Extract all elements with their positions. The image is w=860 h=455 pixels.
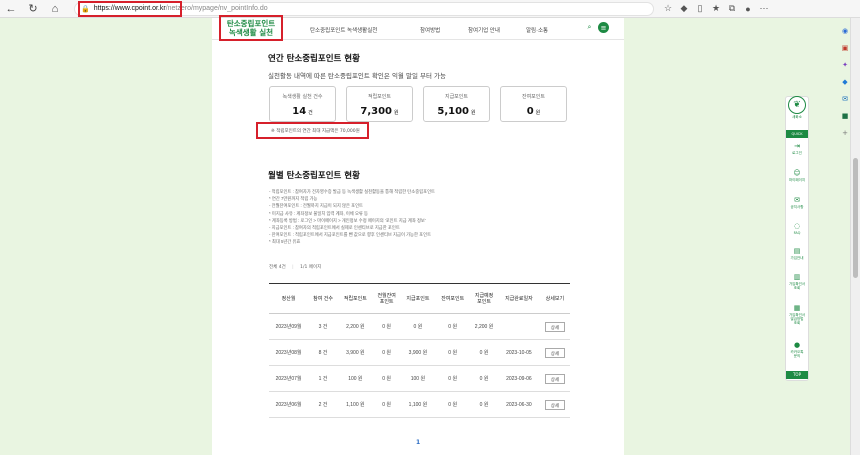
col-paid: 지급포인트	[406, 295, 430, 302]
col-count: 참여 건수	[313, 295, 333, 302]
extension-icon[interactable]: ◆	[676, 0, 692, 18]
card-practice-count: 녹색생활 실천 건수 14 건	[269, 86, 336, 122]
detail-button[interactable]: 상세	[544, 373, 565, 384]
table-row: 2023년09월 3 건 2,200 원0 원0 원0 원 2,200 원 상세	[269, 314, 570, 340]
card-paid-points: 지급포인트 5,100 원	[423, 86, 490, 122]
definitions-list: - 적립포인트 : 참여자가 전자영수증 발급 등 녹색생활 실천활동을 통해 …	[269, 189, 435, 245]
add-icon[interactable]: +	[842, 129, 848, 137]
nav-item-notice[interactable]: 알림·소통	[526, 26, 548, 34]
monthly-title: 월별 탄소중립포인트 현황	[268, 171, 360, 181]
detail-button[interactable]: 상세	[544, 347, 565, 358]
card-earned-points: 적립포인트 7,300 원	[346, 86, 413, 122]
search-icon[interactable]: ⌕	[584, 22, 595, 33]
kakao-icon: ●	[793, 341, 801, 349]
star-icon[interactable]: ☆	[660, 0, 676, 18]
back-icon[interactable]: ←	[0, 0, 22, 18]
pagination-page-1[interactable]: 1	[416, 439, 420, 446]
logo-highlight-box	[219, 15, 283, 41]
card-remaining-points: 잔여포인트 0원	[500, 86, 567, 122]
quick-menu-header: QUICK	[786, 130, 808, 138]
quick-join-cert[interactable]: ▥ 가입확인서 조회	[786, 273, 808, 290]
table-row: 2023년07월 1 건 100 원0 원 100 원0 원0 원 2023-09-06…	[269, 366, 570, 392]
leaf-icon: ❦	[788, 96, 806, 114]
annual-subtitle: 실천활동 내역에 따른 탄소중립포인트 확인은 익월 말일 부터 가능	[268, 72, 446, 80]
col-earned: 적립포인트	[343, 295, 367, 302]
nav-item-companies[interactable]: 참여기업 안내	[468, 26, 500, 34]
quick-login[interactable]: ⇥ 로그인	[786, 142, 808, 155]
nav-item-howto[interactable]: 참여방법	[420, 26, 440, 34]
col-remaining: 잔여포인트	[441, 295, 465, 302]
refresh-icon[interactable]: ↻	[22, 0, 44, 18]
login-icon: ⇥	[794, 142, 800, 150]
document-icon: ▤	[793, 247, 801, 255]
quick-kakao[interactable]: ● 카카오톡 문의	[786, 341, 808, 358]
detail-button[interactable]: 상세	[544, 321, 565, 332]
home-icon[interactable]: ⌂	[44, 0, 66, 18]
excel-icon[interactable]: ■	[842, 112, 849, 120]
scrollbar-thumb[interactable]	[853, 158, 858, 278]
browser-sidebar: ◉ ▣ ✦ ◆ ✉ ■ +	[840, 18, 850, 455]
split-icon[interactable]: ▯	[692, 0, 708, 18]
user-icon: ☺	[793, 169, 801, 177]
quick-faq[interactable]: ◌ FAQ	[786, 222, 808, 235]
col-detail: 상세보기	[545, 295, 565, 302]
col-paid-date: 지급완료일자	[505, 295, 533, 302]
scrollbar[interactable]	[850, 18, 860, 455]
quick-join-guide[interactable]: ▤ 가입안내	[786, 247, 808, 260]
certificate-icon: ▥	[793, 273, 801, 281]
print-icon: ▦	[793, 304, 801, 312]
annual-title: 연간 탄소중립포인트 현황	[268, 54, 360, 64]
collections-icon[interactable]: ⧉	[724, 0, 740, 18]
table-row: 2023년08월 8 건 3,900 원0 원 3,900 원0 원0 원 2023-1…	[269, 340, 570, 366]
more-icon[interactable]: ⋯	[756, 0, 772, 18]
col-prev-remaining: 전월잔여 포인트	[377, 292, 396, 305]
total-count: 전체 4건 | 1/1 페이지	[269, 265, 322, 270]
col-scheduled: 지급예정 포인트	[474, 292, 494, 305]
quick-mypage[interactable]: ☺ 마이페이지	[786, 169, 808, 182]
detail-button[interactable]: 상세	[544, 399, 565, 410]
tools-icon[interactable]: ✦	[842, 61, 848, 69]
chat-icon: ◌	[793, 222, 801, 230]
url-highlight-box	[78, 1, 182, 17]
quick-notice[interactable]: ✉ 공지사항	[786, 196, 808, 209]
menu-icon[interactable]: ≡	[598, 22, 609, 33]
monthly-points-table: 정산월 참여 건수 적립포인트 전월잔여 포인트 지급포인트 잔여포인트 지급예정…	[269, 283, 570, 418]
nav-item-netzero[interactable]: 탄소중립포인트 녹색생활실천	[310, 26, 377, 34]
col-month: 정산월	[281, 295, 296, 302]
right-background	[624, 18, 850, 455]
left-background	[0, 18, 212, 455]
outlook-icon[interactable]: ✉	[842, 95, 848, 103]
quick-menu-top: ❦ 새화소	[786, 96, 808, 122]
quick-menu	[785, 96, 809, 381]
quick-cert-issue[interactable]: ▦ 가입확인서 발급방법 조회	[786, 304, 808, 325]
note-highlight-box	[256, 122, 369, 139]
table-header-row: 정산월 참여 건수 적립포인트 전월잔여 포인트 지급포인트 잔여포인트 지급예정…	[269, 283, 570, 314]
table-row: 2023년06월 2 건 1,100 원0 원 1,100 원0 원0 원 2023-0…	[269, 392, 570, 418]
favorites-icon[interactable]: ★	[708, 0, 724, 18]
megaphone-icon: ✉	[794, 196, 800, 204]
profile-icon[interactable]: ●	[740, 0, 756, 18]
office-icon[interactable]: ◆	[842, 78, 847, 86]
shopping-icon[interactable]: ▣	[842, 44, 849, 52]
search-sidebar-icon[interactable]: ◉	[842, 27, 848, 35]
top-button[interactable]: TOP	[786, 371, 808, 379]
